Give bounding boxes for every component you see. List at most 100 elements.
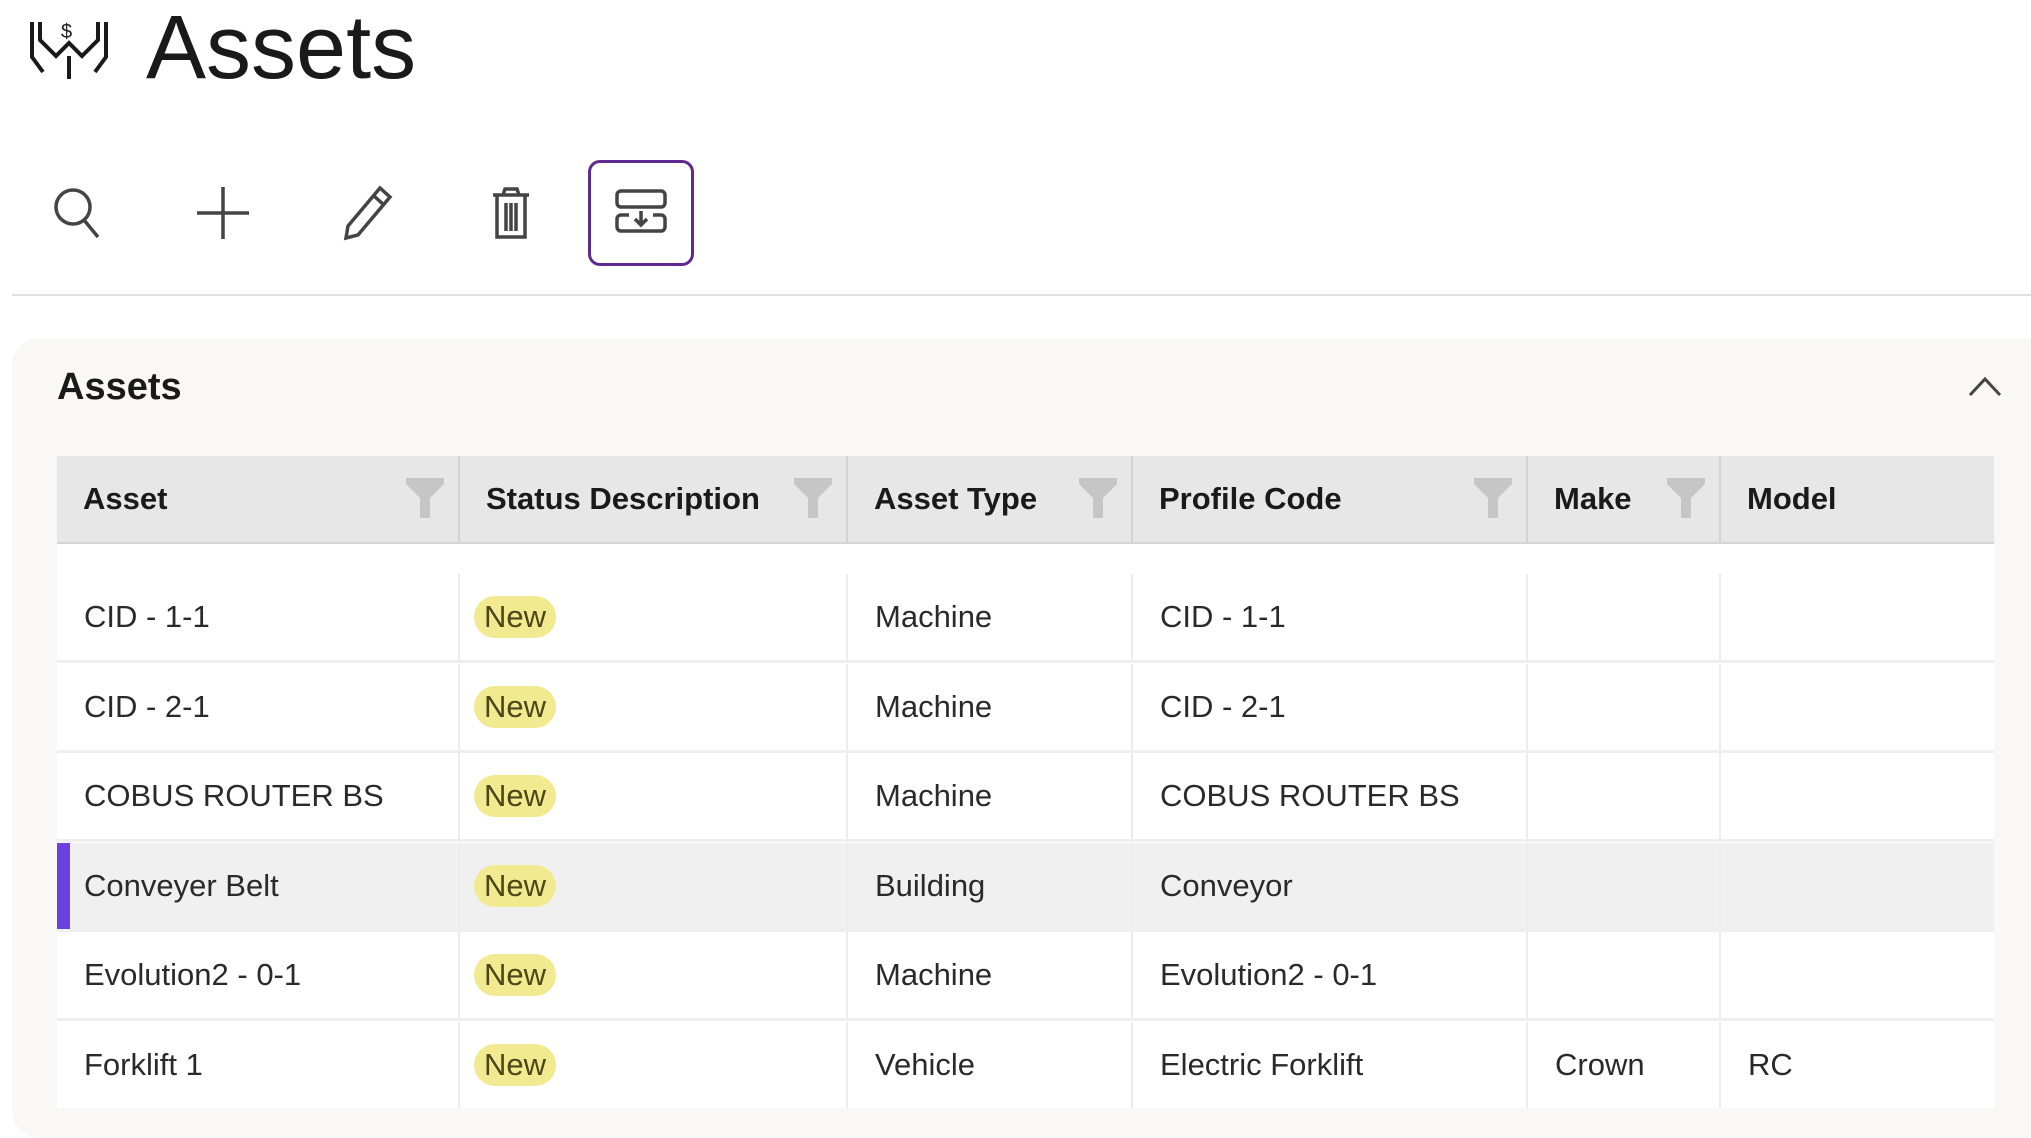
column-header-asset[interactable]: Asset — [57, 456, 460, 542]
delete-button[interactable] — [458, 160, 564, 266]
cell-text: Evolution2 - 0-1 — [84, 957, 302, 992]
cell-make — [1528, 753, 1721, 839]
add-button[interactable] — [170, 160, 276, 266]
cell-text: Machine — [875, 599, 993, 634]
cell-type: Machine — [848, 753, 1133, 839]
cell-make: Crown — [1528, 1021, 1721, 1108]
table-row[interactable]: COBUS ROUTER BS New Machine COBUS ROUTER BS — [57, 753, 1994, 842]
filter-icon[interactable] — [1079, 478, 1117, 518]
cell-asset: Conveyer Belt — [57, 842, 460, 929]
column-header-label: Status Description — [486, 481, 760, 516]
status-badge: New — [474, 1043, 557, 1086]
cell-text: Crown — [1555, 1046, 1645, 1082]
cell-text: COBUS ROUTER BS — [84, 778, 384, 813]
table-row[interactable]: Evolution2 - 0-1 New Machine Evolution2 - 0… — [57, 932, 1994, 1021]
table-row[interactable]: Conveyer Belt New Building Conveyor — [57, 842, 1994, 932]
cell-profile: Electric Forklift — [1133, 1021, 1528, 1108]
asset-hands-dollar-icon: $ — [30, 21, 108, 79]
column-header-profile[interactable]: Profile Code — [1133, 456, 1528, 542]
cell-asset: COBUS ROUTER BS — [57, 753, 460, 839]
trash-icon — [493, 187, 529, 239]
column-header-label: Make — [1554, 481, 1632, 516]
cell-text: Machine — [875, 778, 993, 813]
cell-type: Machine — [848, 932, 1133, 1018]
cell-text: Forklift 1 — [84, 1046, 203, 1082]
table-row[interactable]: Forklift 1 New Vehicle Electric Forklift Cro… — [57, 1021, 1994, 1108]
column-header-make[interactable]: Make — [1528, 456, 1721, 542]
cell-text: Conveyer Belt — [84, 867, 279, 903]
column-header-label: Profile Code — [1159, 481, 1342, 516]
cell-profile: Conveyor — [1133, 842, 1528, 929]
cell-text: CID - 1-1 — [1160, 599, 1286, 634]
status-badge: New — [474, 954, 557, 996]
cell-make — [1528, 932, 1721, 1018]
cell-status: New — [460, 932, 848, 1018]
status-badge: New — [474, 775, 557, 817]
cell-status: New — [460, 663, 848, 750]
status-badge: New — [474, 685, 557, 728]
cell-status: New — [460, 574, 848, 660]
table-header: Asset Status Description Asset Type Profile… — [57, 456, 1994, 544]
pencil-icon — [343, 185, 393, 241]
cell-profile: CID - 2-1 — [1133, 663, 1528, 750]
plus-icon — [197, 187, 249, 239]
table-row[interactable]: CID - 2-1 New Machine CID - 2-1 — [57, 663, 1994, 753]
filter-icon[interactable] — [1474, 478, 1512, 518]
column-header-status[interactable]: Status Description — [460, 456, 848, 542]
cell-text: COBUS ROUTER BS — [1160, 778, 1460, 813]
cell-status: New — [460, 1021, 848, 1108]
cell-type: Machine — [848, 663, 1133, 750]
search-button[interactable] — [26, 160, 132, 266]
cell-model — [1721, 664, 1994, 750]
cell-asset: CID - 2-1 — [57, 663, 460, 750]
cell-model — [1721, 932, 1994, 1018]
filter-icon[interactable] — [1667, 478, 1705, 518]
cell-text: Machine — [875, 688, 993, 724]
cell-text: CID - 2-1 — [1160, 688, 1286, 724]
cell-text: Machine — [875, 957, 993, 992]
import-button[interactable] — [588, 160, 694, 266]
column-header-label: Asset Type — [874, 481, 1038, 516]
filter-icon[interactable] — [794, 478, 832, 518]
column-header-type[interactable]: Asset Type — [848, 456, 1133, 542]
cell-profile: CID - 1-1 — [1133, 574, 1528, 660]
table-row[interactable]: CID - 1-1 New Machine CID - 1-1 — [57, 574, 1994, 663]
column-header-label: Model — [1747, 481, 1837, 516]
cell-text: Evolution2 - 0-1 — [1160, 957, 1378, 992]
svg-text:$: $ — [61, 21, 72, 43]
cell-text: RC — [1748, 1046, 1793, 1082]
cell-status: New — [460, 842, 848, 929]
cell-model — [1721, 843, 1994, 929]
toolbar-divider — [12, 294, 2031, 296]
cell-profile: COBUS ROUTER BS — [1133, 753, 1528, 839]
column-header-label: Asset — [83, 481, 168, 516]
panel-title: Assets — [57, 366, 182, 408]
cell-type: Machine — [848, 574, 1133, 660]
chevron-up-icon[interactable] — [1968, 375, 2002, 397]
cell-text: Building — [875, 867, 986, 903]
cell-text: Electric Forklift — [1160, 1046, 1364, 1082]
cell-make — [1528, 574, 1721, 660]
status-badge: New — [474, 864, 557, 907]
cell-status: New — [460, 753, 848, 839]
assets-table: Asset Status Description Asset Type Profile… — [57, 456, 1994, 1108]
cell-profile: Evolution2 - 0-1 — [1133, 932, 1528, 1018]
cell-make — [1528, 842, 1721, 929]
edit-button[interactable] — [313, 160, 419, 266]
cell-model — [1721, 753, 1994, 839]
cell-type: Building — [848, 842, 1133, 929]
cell-model: RC — [1721, 1022, 1994, 1108]
import-icon — [615, 189, 667, 233]
cell-model — [1721, 574, 1994, 660]
filter-icon[interactable] — [406, 478, 444, 518]
cell-asset: Evolution2 - 0-1 — [57, 932, 460, 1018]
page-title: Assets — [146, 0, 417, 98]
status-badge: New — [474, 596, 557, 638]
cell-make — [1528, 663, 1721, 750]
column-header-model[interactable]: Model — [1721, 456, 1994, 542]
search-icon — [54, 188, 100, 239]
cell-type: Vehicle — [848, 1021, 1133, 1108]
cell-text: Vehicle — [875, 1046, 975, 1082]
cell-asset: Forklift 1 — [57, 1021, 460, 1108]
cell-text: CID - 2-1 — [84, 688, 210, 724]
